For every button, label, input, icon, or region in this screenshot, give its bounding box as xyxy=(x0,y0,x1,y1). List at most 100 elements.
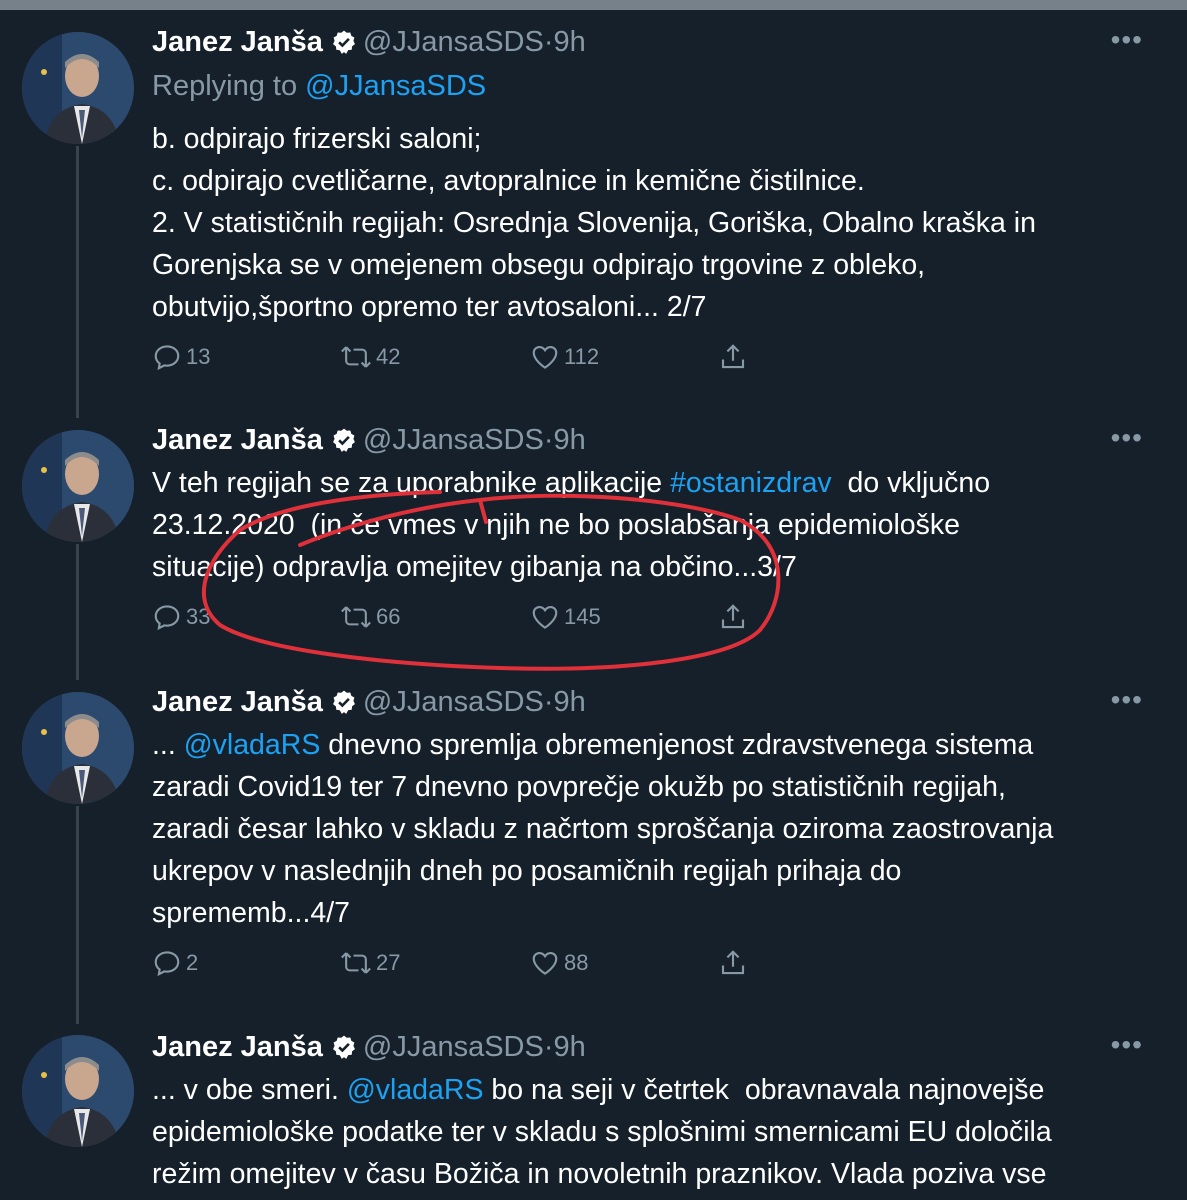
verified-badge-icon xyxy=(331,1031,357,1071)
reply-count: 33 xyxy=(186,604,211,629)
author-name[interactable]: Janez Janša xyxy=(152,1031,323,1063)
separator-dot: · xyxy=(543,424,554,456)
mention-link[interactable]: @vladaRS xyxy=(184,729,321,761)
like-button[interactable]: 88 xyxy=(530,948,588,978)
tweet[interactable]: Janez Janša @JJansaSDS·9h ••• V teh regij… xyxy=(0,420,1187,670)
share-button[interactable] xyxy=(718,342,748,372)
tweet[interactable]: Janez Janša @JJansaSDS·9h ••• ... v obe s… xyxy=(0,1027,1187,1200)
text-segment: ... v obe smeri. xyxy=(152,1074,347,1106)
tweet[interactable]: Janez Janša @JJansaSDS·9h ••• ... @vladaR… xyxy=(0,682,1187,1012)
like-button[interactable]: 112 xyxy=(530,342,599,372)
more-options-icon[interactable]: ••• xyxy=(1111,680,1143,720)
tweet-text-line: sprememb...4/7 xyxy=(152,897,350,929)
avatar[interactable] xyxy=(22,430,134,542)
verified-badge-icon xyxy=(331,686,357,726)
profile-photo-icon xyxy=(22,32,134,144)
timestamp[interactable]: 9h xyxy=(554,26,586,58)
tweet-text-line: 2. V statističnih regijah: Osrednja Slov… xyxy=(152,207,1036,239)
heart-icon xyxy=(532,345,558,369)
replying-to-handle[interactable]: @JJansaSDS xyxy=(305,70,486,102)
replying-to: Replying to @JJansaSDS xyxy=(152,66,1147,106)
tweet-text: b. odpirajo frizerski saloni; c. odpiraj… xyxy=(152,118,1147,328)
retweet-button[interactable]: 66 xyxy=(340,602,400,632)
hashtag-link[interactable]: #ostanizdrav xyxy=(670,467,832,499)
tweet-text-line: Gorenjska se v omejenem obsegu odpirajo … xyxy=(152,249,926,281)
like-button[interactable]: 145 xyxy=(530,602,601,632)
verified-badge-icon xyxy=(331,26,357,66)
author-handle[interactable]: @JJansaSDS xyxy=(363,424,544,456)
share-icon xyxy=(721,344,745,369)
tweet-actions: 33 66 145 xyxy=(152,602,1147,642)
share-icon xyxy=(721,950,745,975)
tweet-text-line: b. odpirajo frizerski saloni; xyxy=(152,123,482,155)
reply-count: 2 xyxy=(186,950,199,975)
like-count: 112 xyxy=(564,344,600,369)
share-button[interactable] xyxy=(718,948,748,978)
more-options-icon[interactable]: ••• xyxy=(1111,20,1143,60)
tweet-text-line: 23.12.2020 (in če vmes v njih ne bo posl… xyxy=(152,509,961,541)
more-options-icon[interactable]: ••• xyxy=(1111,418,1143,458)
share-icon xyxy=(721,604,745,629)
separator-dot: · xyxy=(543,686,554,718)
tweet-header: Janez Janša @JJansaSDS·9h ••• xyxy=(152,1027,1147,1067)
author-handle[interactable]: @JJansaSDS xyxy=(363,26,544,58)
tweet-header: Janez Janša @JJansaSDS·9h ••• xyxy=(152,22,1147,62)
retweet-button[interactable]: 27 xyxy=(340,948,400,978)
mention-link[interactable]: @vladaRS xyxy=(347,1074,484,1106)
tweet-text-line: ... @vladaRS dnevno spremlja obremenjeno… xyxy=(152,724,1147,766)
tweet-text-line: ... v obe smeri. @vladaRS bo na seji v č… xyxy=(152,1069,1147,1111)
text-segment: bo na seji v četrtek obravnavala najnove… xyxy=(483,1074,1045,1106)
reply-button[interactable]: 33 xyxy=(152,602,210,632)
tweet-text-line: obutvijo,športno opremo ter avtosaloni..… xyxy=(152,291,707,323)
timestamp[interactable]: 9h xyxy=(554,1031,586,1063)
avatar[interactable] xyxy=(22,692,134,804)
tweet-text-line: V teh regijah se za uporabnike aplikacij… xyxy=(152,462,1147,504)
tweet-header: Janez Janša @JJansaSDS·9h ••• xyxy=(152,682,1147,722)
author-name[interactable]: Janez Janša xyxy=(152,686,323,718)
author-name[interactable]: Janez Janša xyxy=(152,424,323,456)
author-handle[interactable]: @JJansaSDS xyxy=(363,686,544,718)
author-handle[interactable]: @JJansaSDS xyxy=(363,1031,544,1063)
retweet-button[interactable]: 42 xyxy=(340,342,400,372)
tweet-text-line: epidemiološke podatke ter v skladu s spl… xyxy=(152,1116,1052,1148)
reply-icon xyxy=(154,345,180,371)
retweet-icon xyxy=(341,952,371,974)
tweet-text-line: ukrepov v naslednjih dneh po posamičnih … xyxy=(152,855,902,887)
tweet-text-line: situacije) odpravlja omejitev gibanja na… xyxy=(152,551,797,583)
retweet-count: 42 xyxy=(376,344,401,369)
author-name[interactable]: Janez Janša xyxy=(152,26,323,58)
text-segment: ... xyxy=(152,729,184,761)
share-button[interactable] xyxy=(718,602,748,632)
heart-icon xyxy=(532,951,558,975)
avatar[interactable] xyxy=(22,32,134,144)
heart-icon xyxy=(532,605,558,629)
reply-icon xyxy=(154,951,180,977)
timestamp[interactable]: 9h xyxy=(554,686,586,718)
profile-photo-icon xyxy=(22,430,134,542)
verified-badge-icon xyxy=(331,424,357,464)
text-segment: do vključno xyxy=(831,467,991,499)
more-options-icon[interactable]: ••• xyxy=(1111,1027,1143,1065)
retweet-icon xyxy=(341,346,371,368)
tweet-actions: 13 42 112 xyxy=(152,342,1147,382)
text-segment: dnevno spremlja obremenjenost zdravstven… xyxy=(320,729,1034,761)
retweet-icon xyxy=(341,606,371,628)
retweet-count: 66 xyxy=(376,604,401,629)
separator-dot: · xyxy=(543,26,554,58)
tweet-header: Janez Janša @JJansaSDS·9h ••• xyxy=(152,420,1147,460)
replying-to-label: Replying to xyxy=(152,70,306,102)
tweet-text-line: režim omejitev v času Božiča in novoletn… xyxy=(152,1158,1047,1190)
tweet-text: ... @vladaRS dnevno spremlja obremenjeno… xyxy=(152,724,1147,934)
tweet-text-line: zaradi Covid19 ter 7 dnevno povprečje ok… xyxy=(152,771,1006,803)
tweet-text: ... v obe smeri. @vladaRS bo na seji v č… xyxy=(152,1069,1147,1195)
reply-icon xyxy=(154,605,180,631)
reply-button[interactable]: 13 xyxy=(152,342,210,372)
avatar[interactable] xyxy=(22,1035,134,1147)
tweet[interactable]: Janez Janša @JJansaSDS·9h ••• Replying to… xyxy=(0,22,1187,402)
top-edge xyxy=(0,0,1187,10)
text-segment: V teh regijah se za uporabnike aplikacij… xyxy=(152,467,671,499)
timestamp[interactable]: 9h xyxy=(554,424,586,456)
profile-photo-icon xyxy=(22,692,134,804)
separator-dot: · xyxy=(543,1031,554,1063)
reply-button[interactable]: 2 xyxy=(152,948,198,978)
